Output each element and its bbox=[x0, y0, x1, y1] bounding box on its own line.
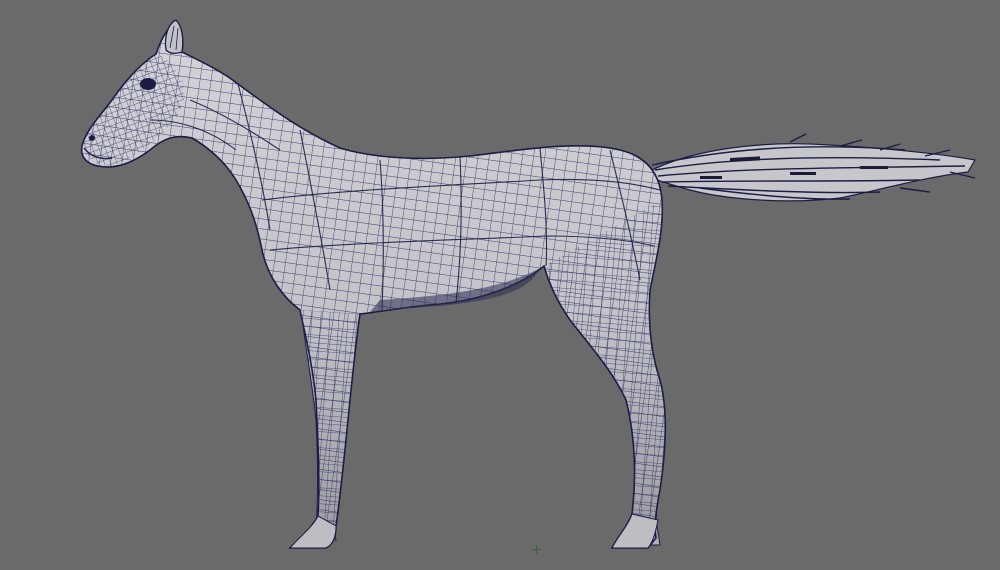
horse-eye bbox=[140, 78, 156, 90]
horse-tail[interactable] bbox=[647, 133, 976, 202]
horse-ear[interactable] bbox=[164, 19, 184, 54]
horse-nostril bbox=[89, 135, 95, 141]
viewport-canvas[interactable] bbox=[0, 0, 1000, 570]
3d-viewport[interactable] bbox=[0, 0, 1000, 570]
rear-hoof bbox=[611, 513, 659, 549]
origin-axis-icon bbox=[532, 545, 541, 554]
horse-head[interactable] bbox=[82, 54, 185, 166]
horse-front-leg[interactable] bbox=[288, 310, 360, 549]
